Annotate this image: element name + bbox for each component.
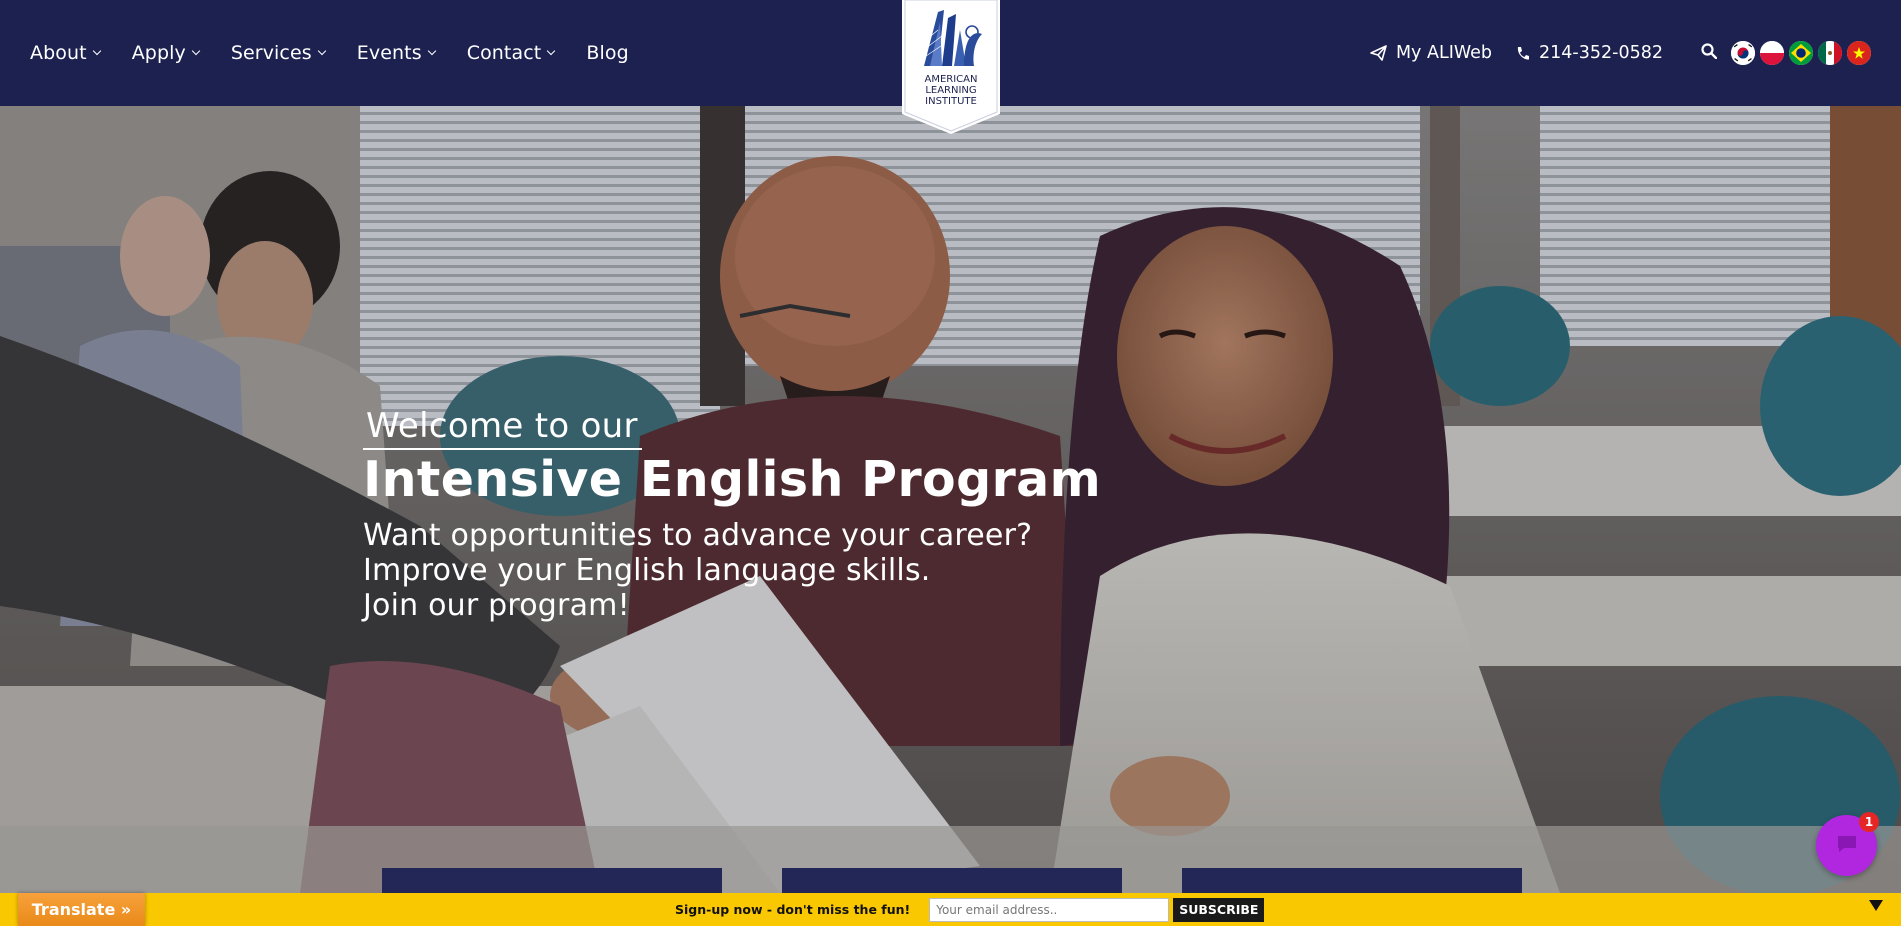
chevron-down-icon [427, 46, 436, 56]
nav-blog[interactable]: Blog [586, 42, 628, 64]
hero-line-3: Join our program! [363, 588, 630, 623]
logo-line3: INSTITUTE [925, 96, 977, 107]
chevron-down-icon [547, 46, 556, 56]
my-aliweb-link[interactable]: My ALIWeb [1370, 43, 1492, 63]
nav-contact-label: Contact [466, 42, 542, 64]
collapse-arrow-icon[interactable] [1869, 900, 1883, 911]
nav-blog-label: Blog [586, 42, 629, 64]
site-header: About Apply Services Events Contact Blog [0, 0, 1901, 134]
hero-taglines: Want opportunities to advance your caree… [363, 518, 1101, 623]
chat-bubble-icon [1836, 834, 1858, 858]
chat-launcher[interactable]: 1 [1816, 812, 1879, 876]
nav-about[interactable]: About [30, 42, 101, 64]
vietnam-flag-icon[interactable] [1847, 41, 1871, 65]
signup-label: Sign-up now - don't miss the fun! [675, 902, 911, 917]
email-input[interactable] [929, 897, 1170, 922]
nav-services[interactable]: Services [230, 42, 327, 64]
language-flags [1731, 41, 1871, 65]
nav-apply-label: Apply [131, 42, 186, 64]
header-utilities: My ALIWeb 214-352-0582 [1370, 0, 1871, 106]
phone-number: 214-352-0582 [1539, 43, 1663, 63]
nav-contact[interactable]: Contact [466, 42, 556, 64]
hero-section: Welcome to our Intensive English Program… [0, 106, 1901, 893]
hero-headline: Intensive English Program [363, 451, 1102, 508]
chevron-down-icon [317, 46, 327, 56]
logo-line1: AMERICAN [925, 74, 978, 85]
my-aliweb-label: My ALIWeb [1395, 43, 1493, 63]
nav-about-label: About [30, 42, 87, 64]
nav-services-label: Services [230, 42, 312, 64]
search-icon[interactable] [1701, 43, 1718, 63]
nav-events-label: Events [356, 42, 422, 64]
nav-apply[interactable]: Apply [131, 42, 201, 64]
korea-flag-icon[interactable] [1731, 41, 1755, 65]
translate-button[interactable]: Translate » [18, 893, 145, 926]
hero-line-1: Want opportunities to advance your caree… [363, 518, 1033, 553]
chevron-down-icon [92, 46, 101, 56]
chevron-down-icon [191, 46, 201, 56]
chat-notification-badge: 1 [1859, 812, 1879, 832]
main-nav: About Apply Services Events Contact Blog [30, 0, 629, 106]
mexico-flag-icon[interactable] [1818, 41, 1842, 65]
paper-plane-icon [1370, 45, 1387, 61]
signup-form: Sign-up now - don't miss the fun! SUBSCR… [675, 893, 1265, 926]
signup-bar: Translate » Sign-up now - don't miss the… [0, 893, 1901, 926]
hero-line-2: Improve your English language skills. [363, 553, 931, 588]
hero-welcome: Welcome to our [363, 406, 642, 450]
phone-icon [1516, 46, 1530, 61]
subscribe-button[interactable]: SUBSCRIBE [1173, 897, 1265, 922]
poland-flag-icon[interactable] [1760, 41, 1784, 65]
phone-link[interactable]: 214-352-0582 [1516, 43, 1663, 63]
brazil-flag-icon[interactable] [1789, 41, 1813, 65]
nav-events[interactable]: Events [356, 42, 436, 64]
hero-text: Welcome to our Intensive English Program… [363, 406, 1101, 623]
logo-line2: LEARNING [925, 85, 976, 96]
site-logo[interactable]: AMERICAN LEARNING INSTITUTE [902, 0, 1000, 134]
